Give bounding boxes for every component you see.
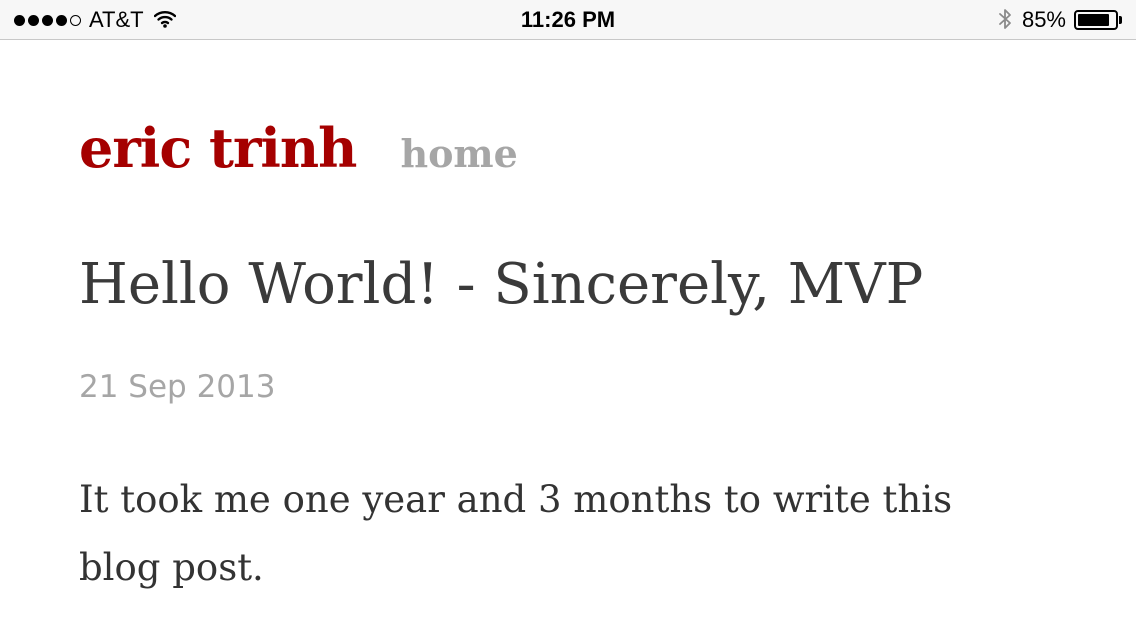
post-date: 21 Sep 2013	[79, 369, 276, 405]
site-title-link[interactable]: eric trinh	[79, 116, 357, 180]
site-header: eric trinh home	[79, 116, 518, 180]
carrier-name: AT&T	[89, 7, 144, 32]
post-title: Hello World! - Sincerely, MVP	[79, 252, 924, 317]
status-bar-right: 85%	[998, 0, 1122, 40]
wifi-icon	[153, 10, 176, 33]
battery-tip	[1119, 16, 1122, 24]
post-body: It took me one year and 3 months to writ…	[79, 478, 953, 589]
signal-dot	[28, 14, 39, 26]
battery-fill	[1078, 14, 1109, 26]
battery-percentage: 85%	[1021, 7, 1066, 32]
signal-dot	[14, 14, 25, 26]
status-bar: AT&T 11:26 PM 85%	[0, 0, 1136, 40]
signal-dot	[42, 14, 53, 26]
nav-home-link[interactable]: home	[400, 131, 517, 176]
bluetooth-icon	[998, 7, 1012, 36]
battery-icon	[1074, 10, 1118, 30]
status-bar-left: AT&T	[14, 0, 176, 40]
signal-dot	[56, 14, 67, 26]
signal-dot	[70, 14, 81, 26]
signal-strength-icon	[14, 14, 81, 26]
